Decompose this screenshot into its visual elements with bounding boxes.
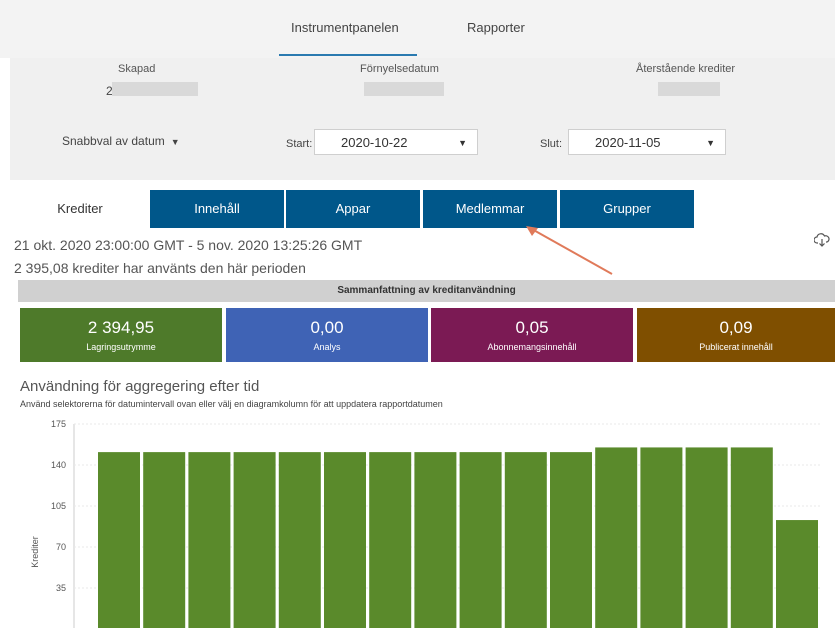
start-date-select[interactable]: 2020-10-22 ▼ — [314, 129, 478, 155]
chart-bar[interactable] — [98, 452, 140, 628]
info-panel — [10, 58, 835, 180]
quick-date-label: Snabbval av datum — [62, 134, 165, 148]
caret-down-icon: ▼ — [458, 138, 467, 148]
nav-tab-reports[interactable]: Rapporter — [467, 20, 525, 35]
remaining-label: Återstående krediter — [636, 63, 736, 75]
y-axis-label: Krediter — [30, 536, 40, 568]
quick-date-select[interactable]: Snabbval av datum ▼ — [62, 134, 180, 148]
chart-bar[interactable] — [143, 452, 186, 628]
tab-content[interactable]: Innehåll — [150, 190, 284, 228]
tab-apps[interactable]: Appar — [286, 190, 420, 228]
tile-label: Publicerat innehåll — [699, 342, 773, 352]
chart-bar[interactable] — [188, 452, 231, 628]
chart-bar[interactable] — [685, 447, 728, 628]
end-label: Slut: — [540, 138, 563, 150]
chart-bar[interactable] — [324, 452, 366, 628]
tile-analysis[interactable]: 0,00 Analys — [226, 308, 428, 362]
y-tick-label: 140 — [51, 460, 66, 470]
chart-bar[interactable] — [278, 452, 321, 628]
chart-bar[interactable] — [595, 447, 638, 628]
period-text: 21 okt. 2020 23:00:00 GMT - 5 nov. 2020 … — [14, 237, 363, 253]
tile-label: Abonnemangsinnehåll — [487, 342, 577, 352]
caret-down-icon: ▼ — [170, 137, 180, 147]
tile-label: Analys — [313, 342, 341, 352]
start-date-value: 2020-10-22 — [341, 135, 408, 150]
end-date-select[interactable]: 2020-11-05 ▼ — [568, 129, 726, 155]
remaining-redaction — [658, 82, 720, 96]
y-tick-label: 105 — [51, 501, 66, 511]
chart-subtitle: Använd selektorerna för datumintervall o… — [20, 399, 443, 409]
chart-title: Användning för aggregering efter tid — [20, 378, 260, 395]
chart-bar[interactable] — [504, 452, 547, 628]
y-tick-label: 175 — [51, 419, 66, 429]
chart-bar[interactable] — [233, 452, 276, 628]
nav-active-indicator — [279, 54, 417, 56]
renewal-label: Förnyelsedatum — [360, 63, 439, 75]
start-label: Start: — [286, 138, 313, 150]
summary-header: Sammanfattning av kreditanvändning — [18, 280, 835, 302]
chart-bar[interactable] — [369, 452, 412, 628]
created-label: Skapad — [118, 63, 156, 75]
usage-bar-chart: 35 70 105 140 175 Krediter — [30, 419, 820, 628]
y-tick-label: 70 — [56, 542, 66, 552]
chart-bar[interactable] — [776, 520, 818, 628]
tile-value: 2 394,95 — [87, 318, 155, 337]
tile-published-content[interactable]: 0,09 Publicerat innehåll — [637, 308, 835, 362]
end-date-value: 2020-11-05 — [595, 135, 661, 150]
tile-storage[interactable]: 2 394,95 Lagringsutrymme — [20, 308, 222, 362]
y-tick-label: 35 — [56, 583, 66, 593]
cloud-download-icon[interactable] — [814, 233, 830, 247]
annotation-arrow-icon — [526, 226, 613, 275]
nav-tab-dashboard[interactable]: Instrumentpanelen — [291, 20, 399, 35]
created-redaction — [112, 82, 198, 96]
caret-down-icon: ▼ — [706, 138, 715, 148]
credits-used-text: 2 395,08 krediter har använts den här pe… — [14, 260, 306, 276]
tile-value: 0,05 — [515, 318, 549, 337]
chart-bar[interactable] — [730, 447, 773, 628]
tab-credits[interactable]: Krediter — [10, 190, 150, 228]
tile-value: 0,09 — [719, 318, 753, 337]
tile-value: 0,00 — [310, 318, 344, 337]
top-navigation: Instrumentpanelen Rapporter — [0, 0, 835, 58]
renewal-redaction — [364, 82, 444, 96]
tile-subscription-content[interactable]: 0,05 Abonnemangsinnehåll — [431, 308, 633, 362]
chart-bar[interactable] — [459, 452, 502, 628]
tile-label: Lagringsutrymme — [86, 342, 156, 352]
chart-bar[interactable] — [640, 447, 683, 628]
chart-bar[interactable] — [414, 452, 457, 628]
chart-bar[interactable] — [550, 452, 592, 628]
